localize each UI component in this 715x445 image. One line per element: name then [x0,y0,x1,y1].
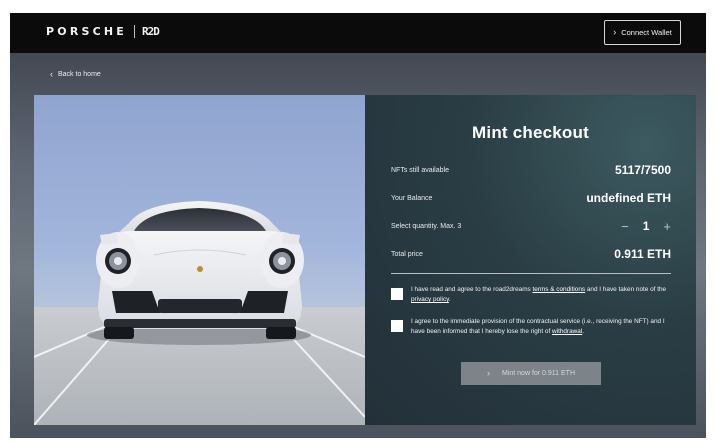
decrease-quantity-button[interactable]: − [621,220,629,233]
quantity-row: Select quantity. Max. 3 − 1 + [391,219,671,233]
total-price-value: 0.911 ETH [614,247,671,261]
quantity-label: Select quantity. Max. 3 [391,222,462,230]
nfts-available-row: NFTs still available 5117/7500 [391,163,671,177]
brand-mark: R2D [142,25,160,38]
logo-divider [134,25,135,38]
terms-consent-text: I have read and agree to the road2dreams… [411,285,673,305]
terms-conditions-link[interactable]: terms & conditions [533,286,586,293]
app-frame: PORSCHE R2D › Connect Wallet ‹ Back to h… [10,13,706,438]
increase-quantity-button[interactable]: + [663,220,671,233]
mint-checkout-panel: Mint checkout NFTs still available 5117/… [365,95,696,425]
mint-now-button[interactable]: › Mint now for 0.911 ETH [461,362,601,385]
terms-consent: I have read and agree to the road2dreams… [391,285,673,305]
withdrawal-consent: I agree to the immediate provision of th… [391,317,673,337]
withdrawal-checkbox[interactable] [391,320,403,332]
chevron-right-icon: › [613,27,617,37]
withdrawal-link[interactable]: withdrawal [552,328,582,335]
chevron-right-icon: › [486,368,490,378]
nfts-available-value: 5117/7500 [614,163,671,177]
terms-consent-suffix: . [448,296,451,303]
section-divider [391,273,671,274]
mint-now-label: Mint now for 0.911 ETH [501,370,575,377]
car-image [34,95,365,425]
checkout-title: Mint checkout [472,123,589,142]
car-illustration [34,201,365,425]
total-price-label: Total price [391,250,423,258]
back-to-home-link[interactable]: ‹ Back to home [50,70,101,79]
terms-consent-middle: and I have taken note of the [585,286,667,293]
brand-logo[interactable]: PORSCHE R2D [46,25,160,38]
terms-consent-prefix: I have read and agree to the road2dreams [411,286,533,293]
connect-wallet-button[interactable]: › Connect Wallet [604,20,681,45]
total-price-row: Total price 0.911 ETH [391,247,671,261]
quantity-stepper: − 1 + [621,219,671,233]
back-label: Back to home [58,71,101,78]
balance-row: Your Balance undefined ETH [391,191,671,205]
chevron-left-icon: ‹ [50,69,53,79]
withdrawal-consent-text: I agree to the immediate provision of th… [411,317,673,337]
privacy-policy-link[interactable]: privacy policy [411,296,449,303]
withdrawal-consent-prefix: I agree to the immediate provision of th… [411,318,665,335]
nfts-available-label: NFTs still available [391,166,449,174]
quantity-value: 1 [642,219,650,233]
top-bar: PORSCHE R2D › Connect Wallet [10,13,706,53]
balance-label: Your Balance [391,194,433,202]
withdrawal-consent-suffix: . [582,328,585,335]
balance-value: undefined ETH [586,191,671,205]
brand-wordmark: PORSCHE [46,25,127,38]
terms-checkbox[interactable] [391,288,403,300]
connect-wallet-label: Connect Wallet [621,28,672,37]
